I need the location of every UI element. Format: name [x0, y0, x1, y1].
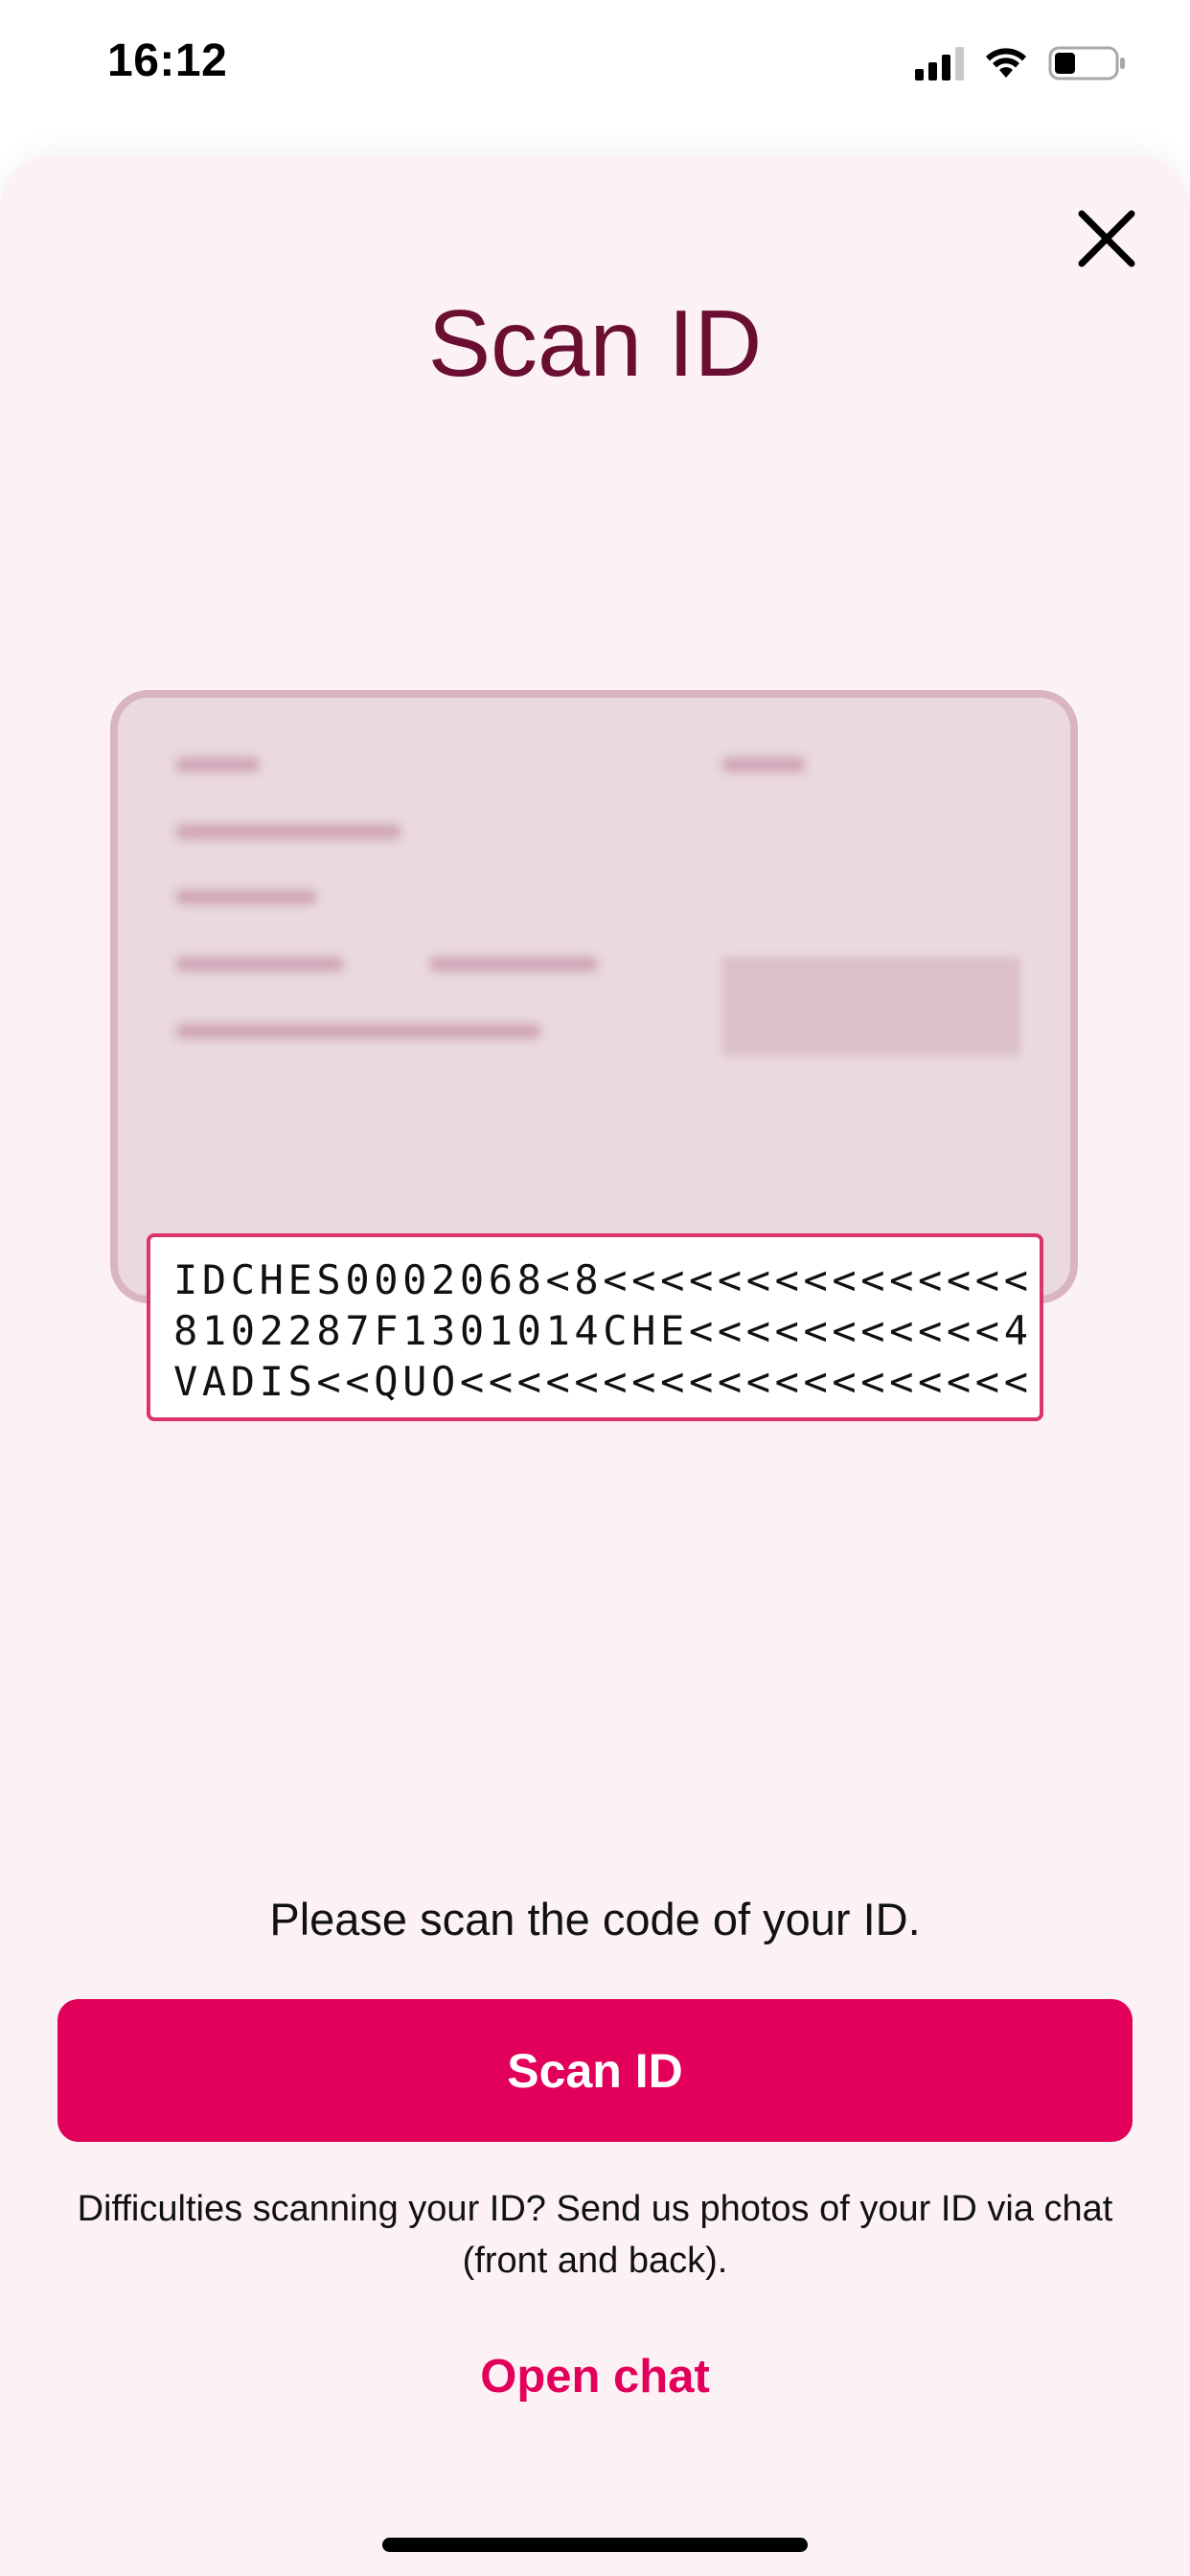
card-text-placeholder: [175, 757, 260, 772]
mrz-line: IDCHES0002068<8<<<<<<<<<<<<<<<: [173, 1256, 1033, 1303]
battery-icon: [1048, 46, 1125, 80]
wifi-icon: [986, 48, 1026, 78]
status-time: 16:12: [107, 35, 228, 86]
page-title: Scan ID: [427, 290, 763, 396]
card-text-placeholder: [721, 757, 806, 772]
scan-id-button[interactable]: Scan ID: [57, 1999, 1133, 2142]
status-bar: 16:12: [0, 0, 1190, 134]
card-text-placeholder: [175, 824, 401, 840]
mrz-line: 8102287F1301014CHE<<<<<<<<<<<4: [173, 1307, 1033, 1354]
close-icon: [1078, 210, 1135, 267]
open-chat-link[interactable]: Open chat: [0, 2350, 1190, 2404]
cellular-signal-icon: [915, 46, 964, 80]
home-indicator[interactable]: [382, 2538, 808, 2552]
id-card-illustration: [110, 690, 1078, 1303]
help-text: Difficulties scanning your ID? Send us p…: [77, 2189, 1113, 2281]
card-text-placeholder: [175, 956, 344, 972]
mrz-code-box: IDCHES0002068<8<<<<<<<<<<<<<<< 8102287F1…: [147, 1233, 1043, 1421]
card-text-placeholder: [175, 1024, 541, 1039]
card-text-placeholder: [429, 956, 598, 972]
close-button[interactable]: [1073, 205, 1140, 272]
card-photo-placeholder: [721, 956, 1020, 1056]
mrz-line: VADIS<<QUO<<<<<<<<<<<<<<<<<<<<: [173, 1358, 1033, 1405]
status-icons: [915, 44, 1127, 82]
card-text-placeholder: [175, 889, 317, 905]
scan-instruction: Please scan the code of your ID.: [269, 1894, 921, 1944]
